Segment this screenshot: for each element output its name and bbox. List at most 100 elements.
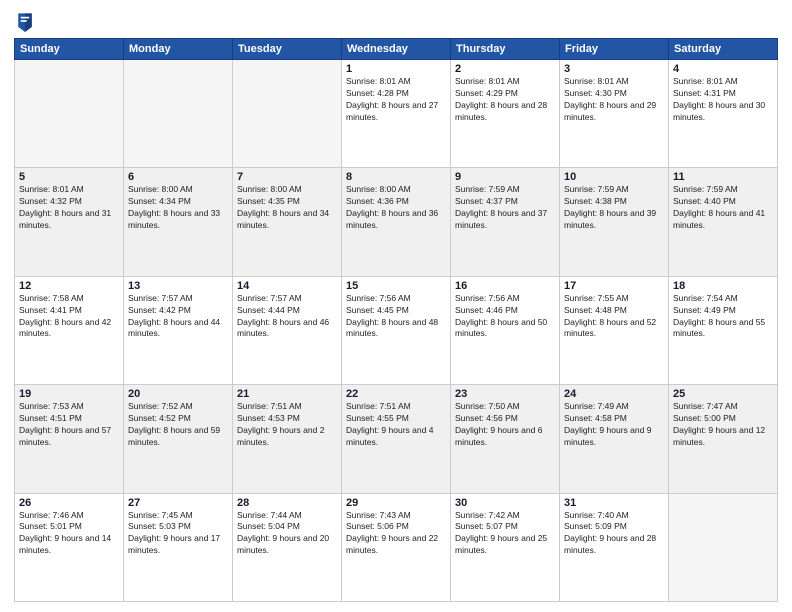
day-number: 18: [673, 280, 773, 292]
weekday-header-thursday: Thursday: [451, 39, 560, 60]
page: SundayMondayTuesdayWednesdayThursdayFrid…: [0, 0, 792, 612]
calendar-cell: 31Sunrise: 7:40 AMSunset: 5:09 PMDayligh…: [560, 493, 669, 601]
day-number: 23: [455, 388, 555, 400]
day-info: Sunrise: 7:59 AMSunset: 4:37 PMDaylight:…: [455, 184, 555, 232]
day-info: Sunrise: 8:00 AMSunset: 4:36 PMDaylight:…: [346, 184, 446, 232]
calendar-cell: 15Sunrise: 7:56 AMSunset: 4:45 PMDayligh…: [342, 276, 451, 384]
day-number: 1: [346, 63, 446, 75]
calendar-table: SundayMondayTuesdayWednesdayThursdayFrid…: [14, 38, 778, 602]
weekday-header-friday: Friday: [560, 39, 669, 60]
calendar-cell: 13Sunrise: 7:57 AMSunset: 4:42 PMDayligh…: [124, 276, 233, 384]
weekday-header-row: SundayMondayTuesdayWednesdayThursdayFrid…: [15, 39, 778, 60]
day-info: Sunrise: 7:51 AMSunset: 4:55 PMDaylight:…: [346, 401, 446, 449]
calendar-cell: 9Sunrise: 7:59 AMSunset: 4:37 PMDaylight…: [451, 168, 560, 276]
day-number: 10: [564, 171, 664, 183]
calendar-cell: [669, 493, 778, 601]
week-row-5: 26Sunrise: 7:46 AMSunset: 5:01 PMDayligh…: [15, 493, 778, 601]
day-info: Sunrise: 7:45 AMSunset: 5:03 PMDaylight:…: [128, 510, 228, 558]
day-number: 19: [19, 388, 119, 400]
day-number: 22: [346, 388, 446, 400]
day-info: Sunrise: 7:55 AMSunset: 4:48 PMDaylight:…: [564, 293, 664, 341]
calendar-cell: 24Sunrise: 7:49 AMSunset: 4:58 PMDayligh…: [560, 385, 669, 493]
day-info: Sunrise: 7:51 AMSunset: 4:53 PMDaylight:…: [237, 401, 337, 449]
week-row-2: 5Sunrise: 8:01 AMSunset: 4:32 PMDaylight…: [15, 168, 778, 276]
week-row-3: 12Sunrise: 7:58 AMSunset: 4:41 PMDayligh…: [15, 276, 778, 384]
day-info: Sunrise: 7:59 AMSunset: 4:38 PMDaylight:…: [564, 184, 664, 232]
day-number: 12: [19, 280, 119, 292]
day-info: Sunrise: 7:46 AMSunset: 5:01 PMDaylight:…: [19, 510, 119, 558]
day-number: 4: [673, 63, 773, 75]
weekday-header-wednesday: Wednesday: [342, 39, 451, 60]
day-number: 13: [128, 280, 228, 292]
calendar-cell: 28Sunrise: 7:44 AMSunset: 5:04 PMDayligh…: [233, 493, 342, 601]
day-info: Sunrise: 7:56 AMSunset: 4:46 PMDaylight:…: [455, 293, 555, 341]
calendar-cell: 16Sunrise: 7:56 AMSunset: 4:46 PMDayligh…: [451, 276, 560, 384]
day-info: Sunrise: 7:44 AMSunset: 5:04 PMDaylight:…: [237, 510, 337, 558]
calendar-cell: 14Sunrise: 7:57 AMSunset: 4:44 PMDayligh…: [233, 276, 342, 384]
week-row-1: 1Sunrise: 8:01 AMSunset: 4:28 PMDaylight…: [15, 60, 778, 168]
day-info: Sunrise: 7:43 AMSunset: 5:06 PMDaylight:…: [346, 510, 446, 558]
day-number: 6: [128, 171, 228, 183]
day-number: 5: [19, 171, 119, 183]
day-info: Sunrise: 7:58 AMSunset: 4:41 PMDaylight:…: [19, 293, 119, 341]
day-number: 15: [346, 280, 446, 292]
day-number: 25: [673, 388, 773, 400]
header: [14, 10, 778, 32]
day-info: Sunrise: 7:50 AMSunset: 4:56 PMDaylight:…: [455, 401, 555, 449]
day-info: Sunrise: 8:01 AMSunset: 4:32 PMDaylight:…: [19, 184, 119, 232]
day-info: Sunrise: 8:00 AMSunset: 4:34 PMDaylight:…: [128, 184, 228, 232]
calendar-cell: 3Sunrise: 8:01 AMSunset: 4:30 PMDaylight…: [560, 60, 669, 168]
calendar-cell: 1Sunrise: 8:01 AMSunset: 4:28 PMDaylight…: [342, 60, 451, 168]
week-row-4: 19Sunrise: 7:53 AMSunset: 4:51 PMDayligh…: [15, 385, 778, 493]
calendar-cell: 2Sunrise: 8:01 AMSunset: 4:29 PMDaylight…: [451, 60, 560, 168]
calendar-cell: 6Sunrise: 8:00 AMSunset: 4:34 PMDaylight…: [124, 168, 233, 276]
calendar-cell: 30Sunrise: 7:42 AMSunset: 5:07 PMDayligh…: [451, 493, 560, 601]
calendar-cell: 8Sunrise: 8:00 AMSunset: 4:36 PMDaylight…: [342, 168, 451, 276]
day-number: 16: [455, 280, 555, 292]
calendar-cell: 12Sunrise: 7:58 AMSunset: 4:41 PMDayligh…: [15, 276, 124, 384]
day-number: 11: [673, 171, 773, 183]
day-info: Sunrise: 7:49 AMSunset: 4:58 PMDaylight:…: [564, 401, 664, 449]
calendar-cell: 27Sunrise: 7:45 AMSunset: 5:03 PMDayligh…: [124, 493, 233, 601]
day-number: 9: [455, 171, 555, 183]
day-info: Sunrise: 7:52 AMSunset: 4:52 PMDaylight:…: [128, 401, 228, 449]
calendar-cell: [124, 60, 233, 168]
day-info: Sunrise: 7:40 AMSunset: 5:09 PMDaylight:…: [564, 510, 664, 558]
calendar-cell: 22Sunrise: 7:51 AMSunset: 4:55 PMDayligh…: [342, 385, 451, 493]
day-info: Sunrise: 8:00 AMSunset: 4:35 PMDaylight:…: [237, 184, 337, 232]
calendar-cell: 11Sunrise: 7:59 AMSunset: 4:40 PMDayligh…: [669, 168, 778, 276]
day-number: 21: [237, 388, 337, 400]
day-number: 26: [19, 497, 119, 509]
calendar-cell: 17Sunrise: 7:55 AMSunset: 4:48 PMDayligh…: [560, 276, 669, 384]
day-number: 20: [128, 388, 228, 400]
day-number: 2: [455, 63, 555, 75]
day-number: 17: [564, 280, 664, 292]
day-number: 14: [237, 280, 337, 292]
day-number: 28: [237, 497, 337, 509]
logo-icon: [16, 10, 34, 32]
logo: [14, 10, 36, 32]
calendar-cell: 25Sunrise: 7:47 AMSunset: 5:00 PMDayligh…: [669, 385, 778, 493]
calendar-cell: 29Sunrise: 7:43 AMSunset: 5:06 PMDayligh…: [342, 493, 451, 601]
day-info: Sunrise: 8:01 AMSunset: 4:28 PMDaylight:…: [346, 76, 446, 124]
day-number: 31: [564, 497, 664, 509]
weekday-header-monday: Monday: [124, 39, 233, 60]
calendar-cell: 7Sunrise: 8:00 AMSunset: 4:35 PMDaylight…: [233, 168, 342, 276]
calendar-cell: 18Sunrise: 7:54 AMSunset: 4:49 PMDayligh…: [669, 276, 778, 384]
day-info: Sunrise: 7:47 AMSunset: 5:00 PMDaylight:…: [673, 401, 773, 449]
day-info: Sunrise: 8:01 AMSunset: 4:30 PMDaylight:…: [564, 76, 664, 124]
calendar-cell: 10Sunrise: 7:59 AMSunset: 4:38 PMDayligh…: [560, 168, 669, 276]
calendar-cell: 19Sunrise: 7:53 AMSunset: 4:51 PMDayligh…: [15, 385, 124, 493]
day-number: 24: [564, 388, 664, 400]
day-info: Sunrise: 7:59 AMSunset: 4:40 PMDaylight:…: [673, 184, 773, 232]
day-number: 30: [455, 497, 555, 509]
day-number: 27: [128, 497, 228, 509]
calendar-cell: 20Sunrise: 7:52 AMSunset: 4:52 PMDayligh…: [124, 385, 233, 493]
weekday-header-saturday: Saturday: [669, 39, 778, 60]
day-info: Sunrise: 7:57 AMSunset: 4:44 PMDaylight:…: [237, 293, 337, 341]
weekday-header-sunday: Sunday: [15, 39, 124, 60]
calendar-cell: 5Sunrise: 8:01 AMSunset: 4:32 PMDaylight…: [15, 168, 124, 276]
calendar-cell: [233, 60, 342, 168]
calendar-cell: 23Sunrise: 7:50 AMSunset: 4:56 PMDayligh…: [451, 385, 560, 493]
day-number: 3: [564, 63, 664, 75]
